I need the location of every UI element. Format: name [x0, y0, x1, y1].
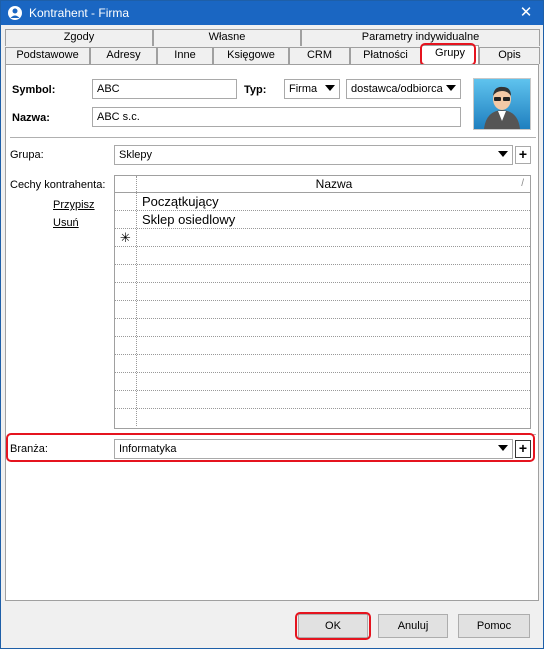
typ-label: Typ:: [244, 84, 267, 96]
chevron-down-icon: [498, 151, 508, 157]
empty-row: [115, 319, 530, 337]
row-header: [115, 301, 137, 318]
cechy-label: Cechy kontrahenta:: [10, 179, 106, 191]
tab-ksiegowe[interactable]: Księgowe: [213, 47, 289, 64]
row-header: [115, 247, 137, 264]
add-industry-button[interactable]: +: [515, 440, 531, 458]
symbol-label: Symbol:: [12, 84, 56, 96]
new-row[interactable]: ✳: [115, 229, 530, 247]
grupa-select-value: Sklepy: [119, 149, 153, 161]
role-select-value: dostawca/odbiorca: [351, 83, 443, 95]
nazwa-input[interactable]: ABC s.c.: [92, 107, 461, 127]
cancel-button[interactable]: Anuluj: [378, 614, 448, 638]
empty-row: [115, 391, 530, 409]
grid-header: Nazwa /: [115, 176, 530, 193]
nazwa-label: Nazwa:: [12, 112, 50, 124]
row-header: [115, 391, 137, 408]
ok-button[interactable]: OK: [298, 614, 368, 638]
tab-opis[interactable]: Opis: [479, 47, 540, 64]
typ-select[interactable]: Firma: [284, 79, 340, 99]
chevron-down-icon: [325, 85, 335, 91]
grid-cell[interactable]: Początkujący: [142, 194, 219, 209]
grid-row-header-corner: [115, 176, 137, 192]
column-header-nazwa[interactable]: Nazwa: [138, 177, 530, 191]
chevron-down-icon: [446, 85, 456, 91]
groups-panel: Symbol: ABC Typ: Firma dostawca/odbiorca…: [5, 64, 539, 601]
tab-grupy[interactable]: Grupy: [421, 45, 479, 64]
empty-row: [115, 301, 530, 319]
przypisz-link[interactable]: Przypisz: [53, 199, 95, 211]
role-select[interactable]: dostawca/odbiorca: [346, 79, 461, 99]
tab-row-bottom: Podstawowe Adresy Inne Księgowe CRM Płat…: [5, 45, 540, 64]
row-header: [115, 319, 137, 336]
empty-row: [115, 373, 530, 391]
new-row-icon: ✳: [115, 229, 137, 246]
branza-label: Branża:: [10, 443, 48, 455]
tab-parametry-indywidualne[interactable]: Parametry indywidualne: [301, 29, 540, 46]
tab-crm[interactable]: CRM: [289, 47, 350, 64]
contractor-avatar[interactable]: [473, 78, 531, 130]
empty-row: [115, 355, 530, 373]
window-title: Kontrahent - Firma: [29, 6, 130, 20]
empty-row: [115, 247, 530, 265]
row-header: [115, 409, 137, 426]
tab-adresy[interactable]: Adresy: [90, 47, 157, 64]
usun-link[interactable]: Usuń: [53, 217, 79, 229]
help-button[interactable]: Pomoc: [458, 614, 530, 638]
tab-platnosci[interactable]: Płatności: [350, 47, 421, 64]
tab-zgody[interactable]: Zgody: [5, 29, 153, 46]
branza-select-value: Informatyka: [119, 443, 177, 455]
table-row[interactable]: Sklep osiedlowy: [115, 211, 530, 229]
features-grid[interactable]: Nazwa / Początkujący Sklep osiedlowy ✳: [114, 175, 531, 429]
row-header: [115, 283, 137, 300]
symbol-input[interactable]: ABC: [92, 79, 237, 99]
branza-select[interactable]: Informatyka: [114, 439, 513, 459]
grupa-select[interactable]: Sklepy: [114, 145, 513, 165]
tab-row-top: Zgody Własne Parametry indywidualne: [5, 29, 540, 46]
tab-inne[interactable]: Inne: [157, 47, 213, 64]
row-header: [115, 193, 137, 210]
empty-row: [115, 337, 530, 355]
grupa-label: Grupa:: [10, 149, 44, 161]
separator: [10, 137, 536, 138]
sort-indicator-icon: /: [521, 178, 524, 189]
tab-wlasne[interactable]: Własne: [153, 29, 301, 46]
grid-cell[interactable]: Sklep osiedlowy: [142, 212, 235, 227]
row-header: [115, 265, 137, 282]
row-header: [115, 337, 137, 354]
empty-row: [115, 409, 530, 427]
empty-row: [115, 283, 530, 301]
empty-row: [115, 265, 530, 283]
person-icon: [474, 79, 530, 129]
row-header: [115, 211, 137, 228]
row-header: [115, 355, 137, 372]
contractor-app-icon: [8, 6, 22, 20]
chevron-down-icon: [498, 445, 508, 451]
close-icon[interactable]: ✕: [517, 4, 535, 22]
tab-podstawowe[interactable]: Podstawowe: [5, 47, 90, 64]
contractor-window: Kontrahent - Firma ✕ Zgody Własne Parame…: [0, 0, 544, 649]
table-row[interactable]: Początkujący: [115, 193, 530, 211]
title-bar[interactable]: Kontrahent - Firma ✕: [1, 1, 543, 25]
add-group-button[interactable]: +: [515, 146, 531, 164]
separator: [10, 434, 536, 435]
row-header: [115, 373, 137, 390]
typ-select-value: Firma: [289, 83, 318, 95]
